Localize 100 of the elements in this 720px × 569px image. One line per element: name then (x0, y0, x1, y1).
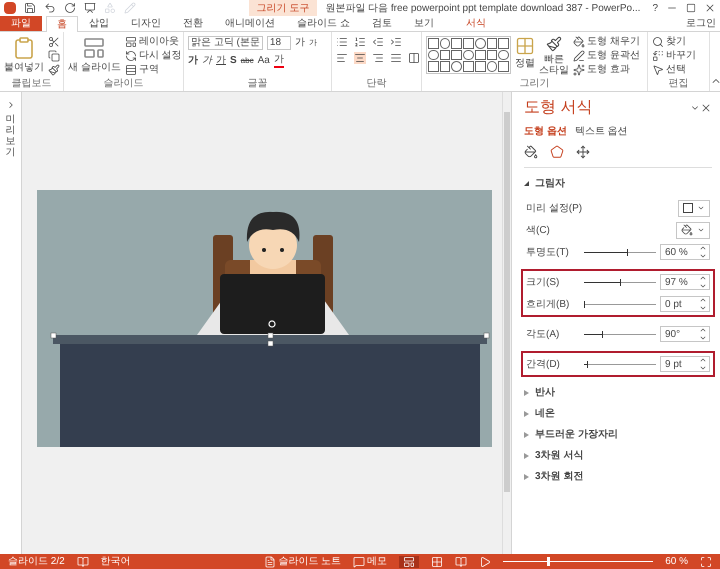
slider-track[interactable] (584, 248, 656, 256)
preset-dropdown[interactable] (678, 200, 710, 216)
new-slide-button[interactable]: 새 슬라이드 (68, 36, 121, 76)
zoom-thumb[interactable] (547, 557, 550, 566)
zoom-level-button[interactable]: 60 % (665, 554, 688, 569)
strikethrough-button[interactable]: abc (240, 55, 254, 67)
spin-field[interactable]: 97 % (660, 274, 710, 290)
shapes-gallery[interactable] (426, 36, 511, 74)
section-header[interactable]: 네온 (524, 406, 712, 421)
ribbon-tab[interactable]: 전환 (172, 16, 214, 31)
color-dropdown[interactable] (676, 222, 710, 238)
grow-font-button[interactable]: 가 (294, 37, 305, 49)
normal-view-button[interactable] (399, 556, 420, 568)
shape-fill-button[interactable]: 도형 채우기 (573, 36, 640, 48)
align-left-button[interactable] (336, 52, 348, 64)
shape-effects-button[interactable]: 도형 효과 (573, 64, 640, 76)
section-button[interactable]: 구역 (124, 64, 182, 76)
ribbon-tab[interactable]: 검토 (360, 16, 403, 31)
pane-tab[interactable]: 도형 옵션 (524, 124, 567, 139)
align-center-button[interactable] (354, 52, 366, 64)
find-button[interactable]: 찾기 (652, 36, 705, 48)
notes-button[interactable]: 슬라이드 노트 (264, 554, 342, 569)
slide-sorter-button[interactable] (431, 556, 444, 568)
spin-field[interactable]: 90° (660, 326, 710, 342)
align-right-button[interactable] (372, 52, 384, 64)
quick-styles-button[interactable]: 빠른 스타일 (539, 36, 569, 76)
caret-icon (697, 204, 705, 212)
reset-button[interactable]: 다시 설정 (124, 50, 182, 62)
ribbon-tab[interactable]: 슬라이드 쇼 (286, 16, 361, 31)
ribbon-tab[interactable]: 파일 (0, 16, 42, 31)
sign-in-link[interactable]: 로그인 (682, 16, 720, 31)
ribbon-tab[interactable]: 홈 (46, 16, 78, 32)
font-size-dropdown[interactable]: 18 (266, 36, 291, 50)
size-properties-tab[interactable] (576, 145, 590, 159)
align-center-icon (354, 52, 366, 64)
slideshow-button[interactable] (84, 2, 96, 14)
columns-button[interactable] (408, 52, 420, 64)
ribbon-tab[interactable]: 삽입 (78, 16, 120, 31)
section-header[interactable]: 3차원 회전 (524, 469, 712, 484)
arrange-button[interactable]: 정렬 (515, 36, 535, 70)
spin-field[interactable]: 9 pt (660, 356, 710, 372)
caret-icon (697, 226, 705, 234)
fit-to-window-button[interactable] (700, 556, 712, 568)
underline-button[interactable]: 가 (216, 55, 226, 67)
selection-handles[interactable] (50, 332, 490, 346)
justify-button[interactable] (390, 52, 402, 64)
pane-close-button[interactable] (700, 102, 712, 114)
group-label: 편집 (668, 78, 688, 91)
effects-tab[interactable] (550, 145, 564, 159)
ribbon-tab[interactable]: 디자인 (120, 16, 172, 31)
font-color-button[interactable]: 가 (274, 54, 284, 68)
group-label: 글꼴 (248, 78, 268, 91)
numbering-button[interactable] (354, 36, 366, 48)
section-header[interactable]: 3차원 서식 (524, 448, 712, 463)
font-name-dropdown[interactable]: 맑은 고딕 (본문 (188, 36, 263, 50)
help-button[interactable]: ? (648, 0, 662, 16)
save-button[interactable] (24, 2, 36, 14)
comments-button[interactable]: 메모 (353, 554, 388, 569)
cut-button[interactable] (48, 36, 60, 48)
replace-button[interactable]: 바꾸기 (652, 50, 705, 62)
slideshow-view-button[interactable] (479, 556, 492, 568)
pane-tab[interactable]: 텍스트 옵션 (574, 124, 628, 139)
redo-button[interactable] (64, 2, 76, 14)
spin-field[interactable]: 60 % (660, 244, 710, 260)
effects-icon (573, 64, 585, 76)
slider-track[interactable] (584, 330, 656, 338)
slider-track[interactable] (584, 360, 656, 368)
copy-button[interactable] (48, 50, 60, 62)
paintbrush-icon (48, 64, 60, 76)
collapse-arrow-icon (524, 181, 529, 186)
reading-view-button[interactable] (455, 556, 468, 568)
ribbon-tab[interactable]: 애니메이션 (214, 16, 286, 31)
layout-button[interactable]: 레이아웃 (124, 36, 182, 48)
paste-button[interactable]: 붙여넣기 (4, 36, 44, 76)
section-header[interactable]: 반사 (524, 385, 712, 400)
bold-button[interactable]: 가 (188, 55, 198, 67)
vertical-scrollbar[interactable] (502, 92, 511, 554)
section-header[interactable]: 그림자 (524, 176, 712, 191)
slider-track[interactable] (584, 278, 656, 286)
maximize-icon (686, 3, 696, 13)
pane-label: 미리보기 (6, 114, 16, 158)
fill-line-tab[interactable] (524, 145, 538, 159)
shadow-button[interactable]: S (230, 55, 237, 67)
format-painter-button[interactable] (48, 64, 60, 76)
increase-indent-button[interactable] (390, 36, 402, 48)
ribbon-tab[interactable]: 보기 (402, 16, 445, 31)
case-button[interactable]: Aa (258, 55, 270, 67)
decrease-indent-button[interactable] (372, 36, 384, 48)
select-button[interactable]: 선택 (652, 64, 705, 76)
slider-track[interactable] (584, 300, 656, 308)
expand-arrow-icon (524, 474, 529, 480)
undo-button[interactable] (44, 2, 56, 14)
section-header[interactable]: 부드러운 가장자리 (524, 427, 712, 442)
italic-button[interactable]: 가 (202, 55, 212, 67)
shape-outline-button[interactable]: 도형 윤곽선 (573, 50, 640, 62)
spin-field[interactable]: 0 pt (660, 296, 710, 312)
zoom-slider[interactable] (503, 556, 654, 566)
language-button[interactable]: 한국어 (100, 554, 131, 569)
ribbon-tab[interactable]: 서식 (452, 16, 499, 31)
shrink-font-button[interactable]: 가 (308, 37, 317, 49)
